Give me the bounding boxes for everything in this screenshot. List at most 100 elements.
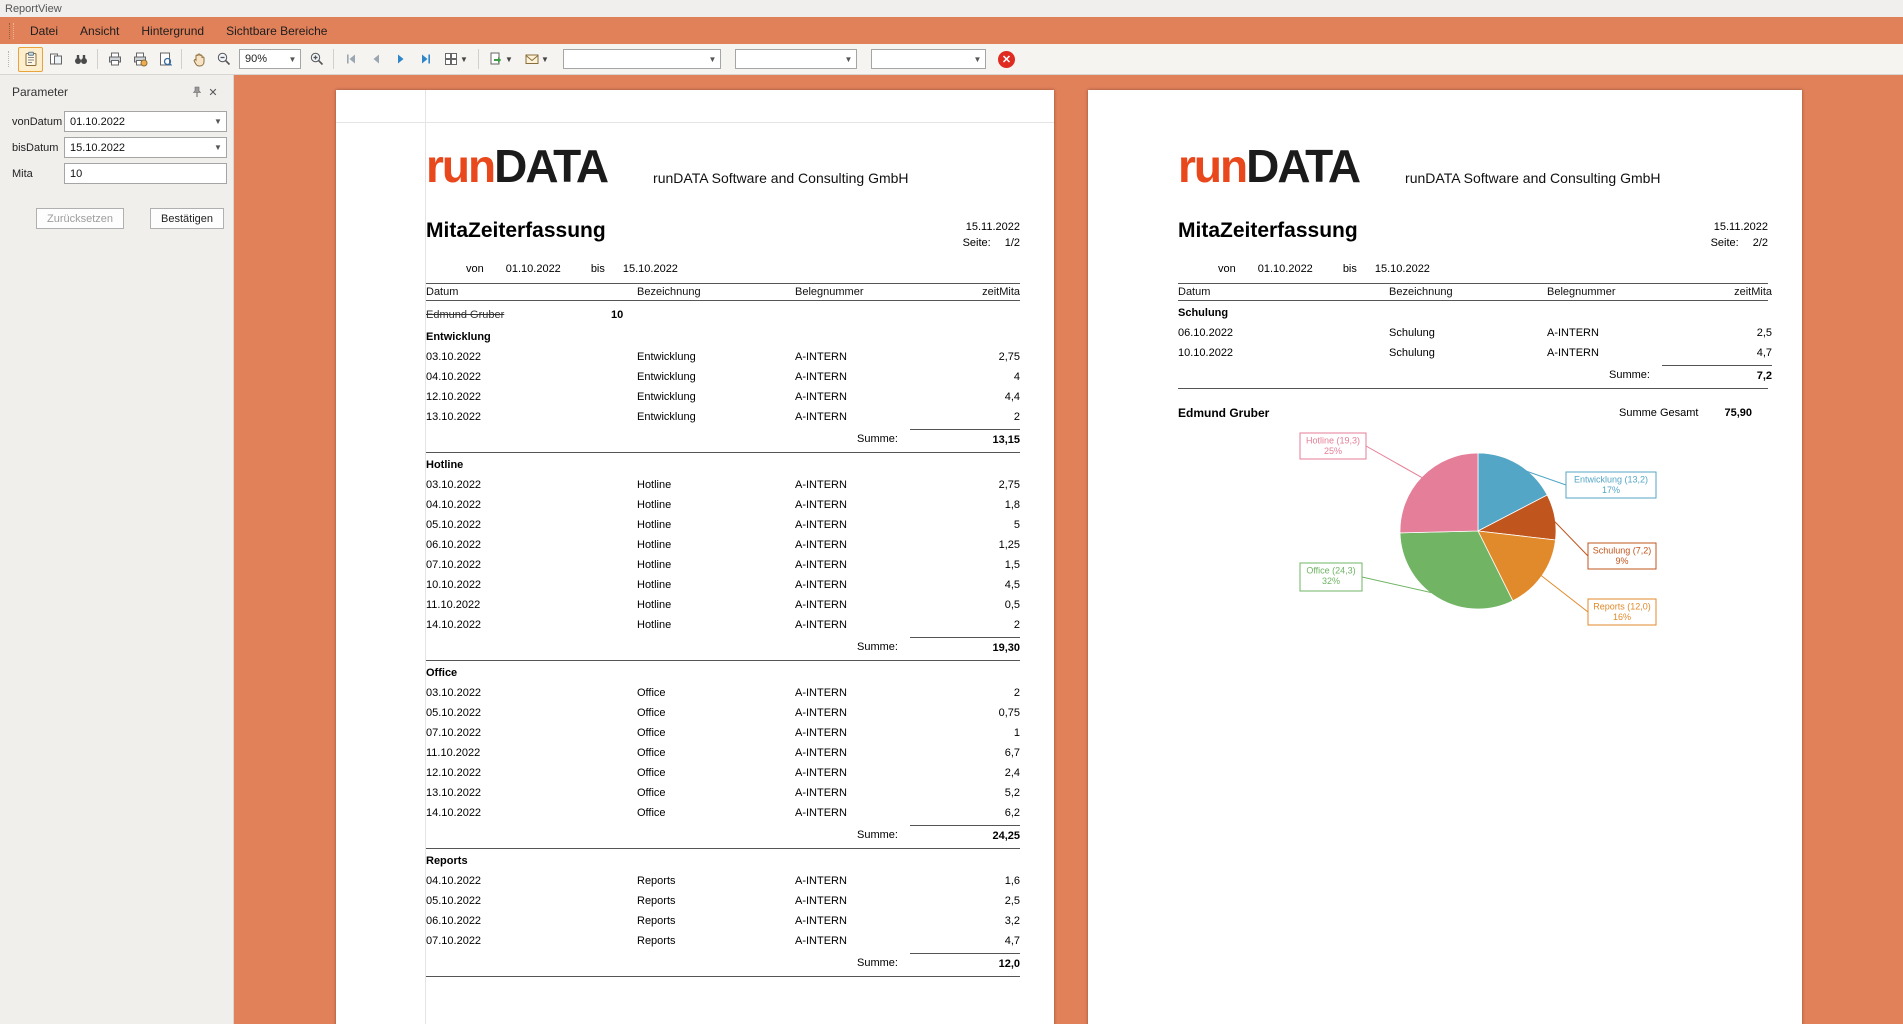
cancel-refresh-button[interactable]: ✕: [998, 50, 1015, 68]
bestaetigen-button[interactable]: Bestätigen: [150, 208, 225, 229]
von-datum-combobox[interactable]: 01.10.2022 ▼: [64, 111, 227, 132]
table-row: 06.10.2022 Hotline A-INTERN 1,25: [426, 538, 1020, 551]
toolbar-combobox-1[interactable]: ▼: [563, 49, 721, 69]
export-icon: [490, 52, 502, 65]
mita-label: Mita: [12, 167, 33, 180]
chevron-down-icon: ▼: [505, 54, 513, 64]
bis-datum-combobox[interactable]: 15.10.2022 ▼: [64, 137, 227, 158]
chevron-down-icon: ▼: [214, 143, 222, 152]
summe-gesamt-value: 75,90: [1724, 406, 1752, 419]
previous-page-button[interactable]: [363, 47, 388, 72]
pie-chart: Entwicklung (13,2) 17% Schulung (7,2) 9% Rep…: [1296, 431, 1668, 639]
section-title: Reports: [426, 854, 468, 867]
toolbar-combobox-2[interactable]: ▼: [735, 49, 857, 69]
page-number: 2/2: [1752, 236, 1768, 249]
table-sections: Entwicklung 03.10.2022 Entwicklung A-INTERN…: [426, 327, 1020, 977]
report-title: MitaZeiterfassung: [426, 218, 606, 242]
von-datum-field: vonDatum 01.10.2022 ▼: [12, 111, 227, 132]
employee-row: Edmund Gruber 10: [426, 305, 1020, 325]
report-date: 15.11.2022: [965, 220, 1020, 233]
pan-tool-button[interactable]: [186, 47, 211, 72]
report-page-2: runDATA runDATA Software and Consulting …: [1088, 90, 1802, 1024]
pie-leader-line: [1538, 572, 1589, 613]
pie-label-text: Office (24,3): [1306, 565, 1355, 575]
toolbar-grip-handle[interactable]: [8, 51, 13, 67]
table-row: 10.10.2022 Hotline A-INTERN 4,5: [426, 578, 1020, 591]
last-page-icon: [421, 54, 430, 64]
chevron-down-icon: ▼: [844, 54, 853, 64]
menu-hintergrund[interactable]: Hintergrund: [130, 17, 215, 44]
table-row: 07.10.2022 Hotline A-INTERN 1,5: [426, 558, 1020, 571]
date-range: von 01.10.2022 bis 15.10.2022: [466, 262, 678, 275]
send-email-button[interactable]: ▼: [519, 47, 555, 72]
table-row: 06.10.2022 Reports A-INTERN 3,2: [426, 914, 1020, 927]
summe-row: Summe: 13,15: [426, 428, 1020, 449]
toolbar-combobox-3[interactable]: ▼: [871, 49, 986, 69]
menu-ansicht[interactable]: Ansicht: [69, 17, 130, 44]
page-number: 1/2: [1004, 236, 1020, 249]
section-title: Office: [426, 666, 458, 679]
toolbar-separator: [333, 49, 334, 69]
toolbar-separator: [181, 49, 182, 69]
page-setup-button[interactable]: [152, 47, 177, 72]
summe-row: Summe: 7,2: [1178, 364, 1772, 385]
parameter-panel-toggle-button[interactable]: [18, 46, 43, 72]
report-section: Hotline 03.10.2022 Hotline A-INTERN 2,75 04.1…: [426, 455, 1020, 661]
table-row: 14.10.2022 Hotline A-INTERN 2: [426, 618, 1020, 631]
zoom-out-button[interactable]: [211, 47, 236, 72]
report-section: Schulung 06.10.2022 Schulung A-INTERN 2,5 10.…: [1178, 303, 1772, 389]
chevron-down-icon: ▼: [214, 117, 222, 126]
table-row: 04.10.2022 Hotline A-INTERN 1,8: [426, 498, 1020, 511]
table-row: 03.10.2022 Entwicklung A-INTERN 2,75: [426, 350, 1020, 363]
pie-percent-text: 25%: [1324, 446, 1342, 456]
mita-input[interactable]: 10: [64, 163, 227, 184]
pie-percent-text: 9%: [1615, 556, 1628, 566]
table-row: 12.10.2022 Entwicklung A-INTERN 4,4: [426, 390, 1020, 403]
bis-datum-field: bisDatum 15.10.2022 ▼: [12, 137, 227, 158]
multi-page-view-button[interactable]: ▼: [438, 47, 474, 72]
export-button[interactable]: ▼: [483, 47, 519, 72]
printer-settings-icon: [133, 52, 147, 67]
zoom-in-button[interactable]: [304, 47, 329, 72]
zoom-level-combobox[interactable]: 90% ▼: [239, 49, 301, 69]
toolbar-separator: [478, 49, 479, 69]
pin-icon[interactable]: [189, 84, 205, 100]
last-page-button[interactable]: [413, 47, 438, 72]
toolbar: 90% ▼ ▼ ▼ ▼ ▼ ▼ ▼ ✕: [0, 44, 1903, 75]
table-row: 11.10.2022 Office A-INTERN 6,7: [426, 746, 1020, 759]
table-sections: Schulung 06.10.2022 Schulung A-INTERN 2,5 10.…: [1178, 303, 1772, 389]
chevron-down-icon: ▼: [541, 54, 549, 64]
pie-label-text: Schulung (7,2): [1593, 545, 1652, 555]
menu-bar: Datei Ansicht Hintergrund Sichtbare Bere…: [0, 17, 1903, 44]
printer-icon: [108, 52, 121, 66]
von-datum-label: vonDatum: [12, 115, 63, 128]
report-section: Reports 04.10.2022 Reports A-INTERN 1,6 05.10…: [426, 851, 1020, 977]
table-row: 06.10.2022 Schulung A-INTERN 2,5: [1178, 326, 1772, 339]
table-row: 05.10.2022 Hotline A-INTERN 5: [426, 518, 1020, 531]
zoom-out-icon: [217, 52, 230, 66]
employee-mita-value: 10: [611, 308, 624, 321]
menubar-grip-handle[interactable]: [9, 22, 14, 39]
rundata-logo: runDATA: [426, 140, 609, 192]
previous-page-icon: [373, 54, 379, 64]
close-panel-icon[interactable]: ✕: [205, 84, 221, 100]
company-name: runDATA Software and Consulting GmbH: [1405, 169, 1661, 186]
first-page-button[interactable]: [338, 47, 363, 72]
section-title: Schulung: [1178, 306, 1229, 319]
table-row: 10.10.2022 Schulung A-INTERN 4,7: [1178, 346, 1772, 359]
menu-datei[interactable]: Datei: [19, 17, 69, 44]
next-page-button[interactable]: [388, 47, 413, 72]
section-title: Entwicklung: [426, 330, 491, 343]
print-button[interactable]: [102, 47, 127, 72]
search-button[interactable]: [68, 47, 93, 72]
menu-sichtbare-bereiche[interactable]: Sichtbare Bereiche: [215, 17, 338, 44]
employee-name: Edmund Gruber: [426, 308, 505, 321]
company-name: runDATA Software and Consulting GmbH: [653, 169, 909, 186]
page-layout-button[interactable]: [43, 47, 68, 72]
report-preview-area[interactable]: runDATA runDATA Software and Consulting …: [234, 75, 1903, 1024]
print-settings-button[interactable]: [127, 47, 152, 72]
mita-field: Mita 10: [12, 163, 227, 184]
zuruecksetzen-button[interactable]: Zurücksetzen: [36, 208, 125, 229]
table-row: 05.10.2022 Reports A-INTERN 2,5: [426, 894, 1020, 907]
summe-row: Summe: 12,0: [426, 952, 1020, 973]
